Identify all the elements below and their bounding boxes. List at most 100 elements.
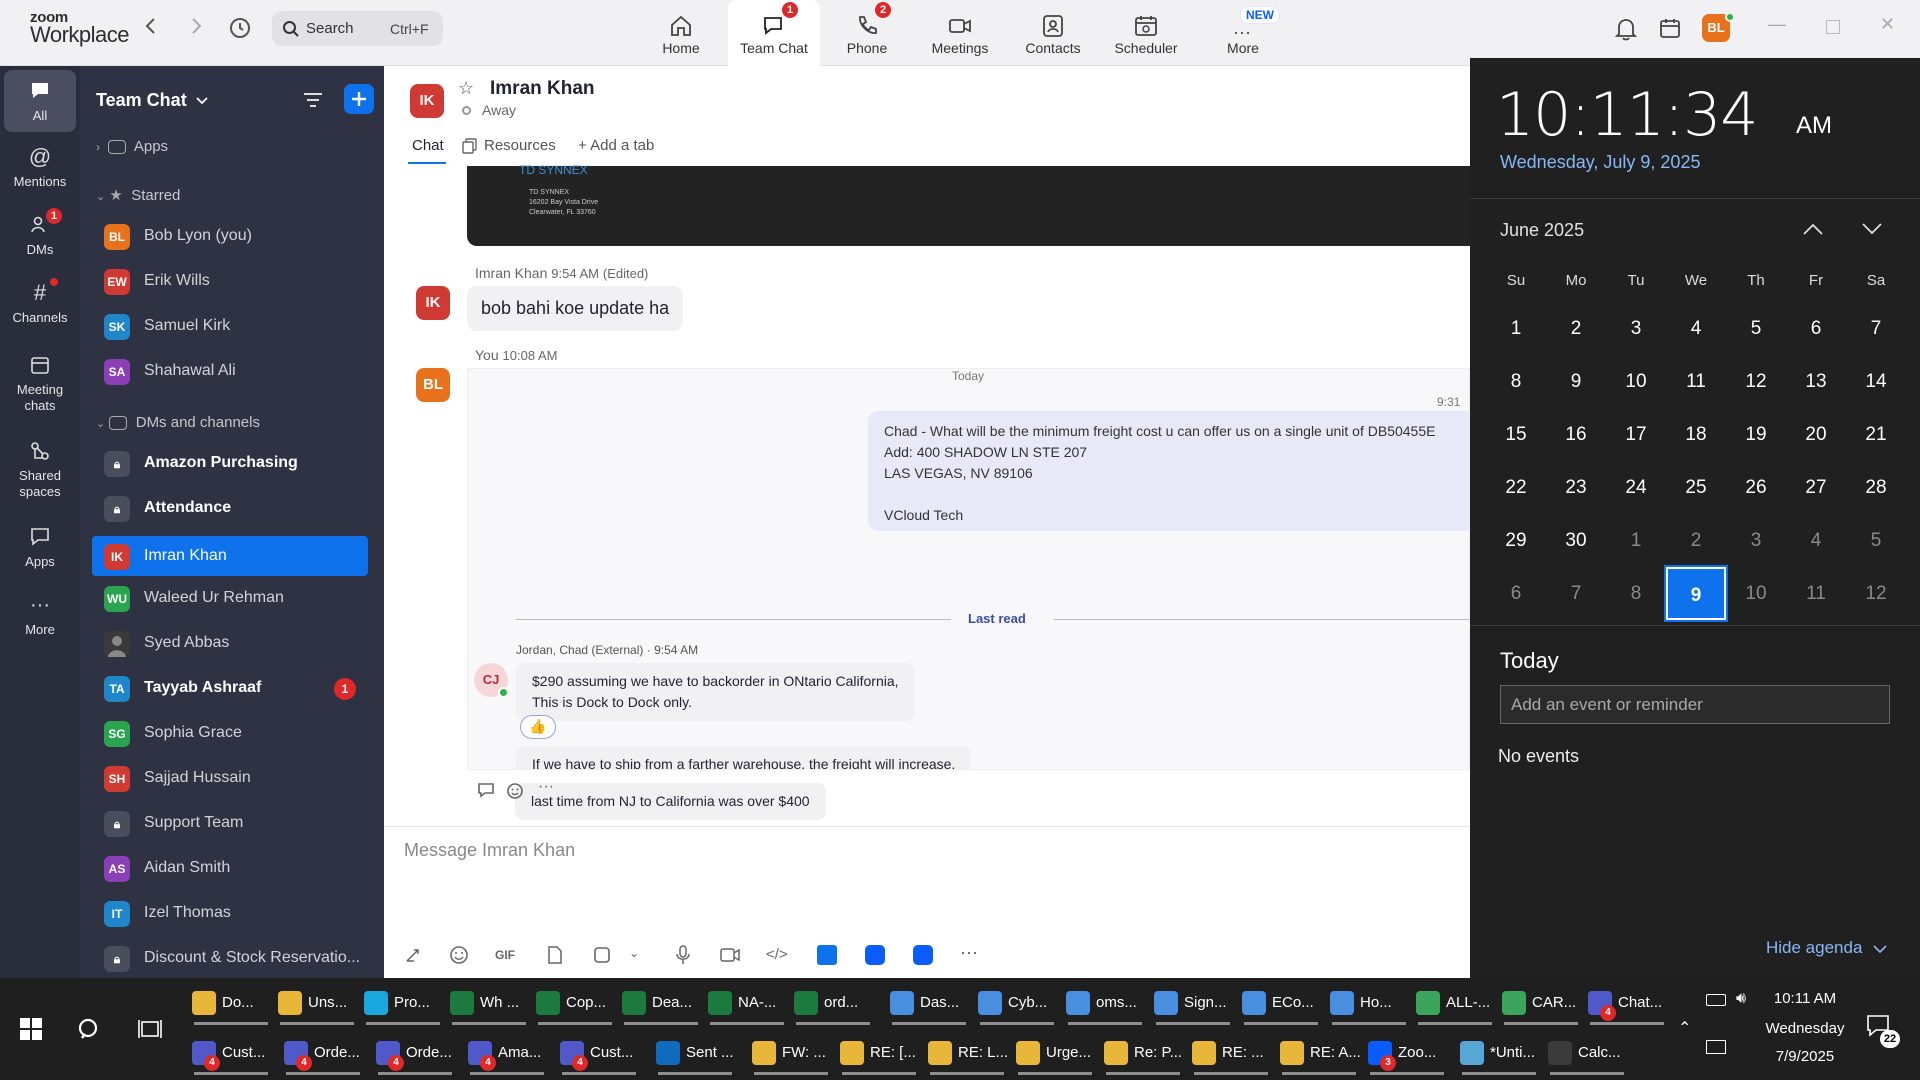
attachment-preview[interactable]: TD SYNNEX TD SYNNEX 16202 Bay Vista Driv…	[467, 163, 1470, 246]
calendar-day[interactable]: 7	[1546, 567, 1606, 620]
calendar-day[interactable]: 21	[1846, 408, 1906, 461]
sidebar-item-tayyab-ashraaf[interactable]: TA Tayyab Ashraaf 1	[92, 668, 368, 708]
file-icon[interactable]	[546, 945, 564, 965]
taskbar-app-button[interactable]: Wh ...	[448, 979, 532, 1027]
calendar-day[interactable]: 22	[1486, 461, 1546, 514]
taskbar-app-button[interactable]: FW: ...	[750, 1029, 834, 1077]
taskbar-app-button[interactable]: Calc...	[1546, 1029, 1630, 1077]
search-input[interactable]: Search Ctrl+F	[272, 11, 443, 46]
sidebar-item-discount-stock[interactable]: 🔒︎ Discount & Stock Reservatio...	[92, 938, 368, 978]
taskbar-app-button[interactable]: ord...	[792, 979, 876, 1027]
calendar-month[interactable]: June 2025	[1500, 220, 1584, 241]
maximize-icon[interactable]	[1826, 20, 1840, 34]
contact-name[interactable]: Imran Khan	[490, 78, 595, 100]
contact-avatar[interactable]: IK	[410, 84, 444, 118]
calendar-day[interactable]: 17	[1606, 408, 1666, 461]
calendar-day[interactable]: 18	[1666, 408, 1726, 461]
volume-icon[interactable]: 🔊︎	[1736, 990, 1746, 1008]
rail-item-all[interactable]: All	[4, 70, 76, 132]
add-tab-button[interactable]: + Add a tab	[578, 137, 654, 154]
calendar-day[interactable]: 29	[1486, 514, 1546, 567]
chevron-down-icon[interactable]	[196, 96, 208, 106]
calendar-day[interactable]: 24	[1606, 461, 1666, 514]
calendar-day[interactable]: 25	[1666, 461, 1726, 514]
taskbar-app-button[interactable]: NA-...	[706, 979, 790, 1027]
calendar-day[interactable]: 10	[1606, 355, 1666, 408]
add-event-input[interactable]: Add an event or reminder	[1500, 685, 1890, 724]
taskbar-app-button[interactable]: ALL-...	[1414, 979, 1498, 1027]
section-apps[interactable]: › Apps	[96, 138, 168, 155]
sidebar-item-attendance[interactable]: 🔒︎ Attendance	[92, 488, 368, 528]
taskbar-app-button[interactable]: CAR...	[1500, 979, 1584, 1027]
calendar-day[interactable]: 6	[1486, 567, 1546, 620]
calendar-day[interactable]: 3	[1726, 514, 1786, 567]
taskbar-app-button[interactable]: 3 Zoo...	[1366, 1029, 1450, 1077]
taskbar-app-button[interactable]: Sign...	[1152, 979, 1236, 1027]
calendar-day[interactable]: 4	[1666, 302, 1726, 355]
tab-team-chat[interactable]: 1 Team Chat	[728, 0, 820, 66]
calendar-day[interactable]: 12	[1846, 567, 1906, 620]
calendar-day[interactable]: 8	[1606, 567, 1666, 620]
filter-icon[interactable]	[302, 90, 324, 110]
taskbar-app-button[interactable]: Do...	[190, 979, 274, 1027]
sidebar-item-support-team[interactable]: 🔒︎ Support Team	[92, 803, 368, 843]
more-actions-icon[interactable]: ···	[538, 778, 554, 796]
calendar-day[interactable]: 30	[1546, 514, 1606, 567]
sidebar-item-waleed-ur-rehman[interactable]: WU Waleed Ur Rehman	[92, 578, 368, 618]
calendar-day[interactable]: 5	[1726, 302, 1786, 355]
tab-chat[interactable]: Chat	[412, 137, 444, 154]
tab-scheduler[interactable]: Scheduler	[1100, 0, 1192, 66]
sidebar-item-sophia-grace[interactable]: SG Sophia Grace	[92, 713, 368, 753]
tab-meetings[interactable]: Meetings	[914, 0, 1006, 66]
code-snippet-icon[interactable]: </>	[766, 946, 788, 963]
sidebar-item-erik-wills[interactable]: EW Erik Wills	[92, 261, 368, 301]
taskbar-app-button[interactable]: Sent ...	[654, 1029, 738, 1077]
sidebar-item-syed-abbas[interactable]: Syed Abbas	[92, 623, 368, 663]
bell-icon[interactable]	[1614, 16, 1638, 42]
taskbar-app-button[interactable]: Cop...	[534, 979, 618, 1027]
battery-icon[interactable]	[1706, 994, 1726, 1006]
calendar-day[interactable]: 11	[1786, 567, 1846, 620]
taskbar-app-button[interactable]: Cyb...	[976, 979, 1060, 1027]
calendar-day[interactable]: 1	[1606, 514, 1666, 567]
show-hidden-icons[interactable]: ⌃	[1678, 1018, 1691, 1038]
calendar-day[interactable]: 28	[1846, 461, 1906, 514]
calendar-day[interactable]: 12	[1726, 355, 1786, 408]
taskbar-app-button[interactable]: RE: [...	[838, 1029, 922, 1077]
network-icon[interactable]	[1706, 1040, 1726, 1054]
task-view-icon[interactable]	[138, 1018, 162, 1040]
section-starred[interactable]: ⌄ ★ Starred	[96, 186, 180, 204]
calendar-day[interactable]: 20	[1786, 408, 1846, 461]
rail-item-meeting-chats[interactable]: Meeting chats	[4, 352, 76, 414]
message-input[interactable]: Message Imran Khan	[404, 840, 575, 861]
new-chat-button[interactable]	[344, 84, 374, 114]
calendar-day-today[interactable]: 9	[1666, 567, 1726, 620]
sidebar-item-aidan-smith[interactable]: AS Aidan Smith	[92, 848, 368, 888]
sidebar-item-imran-khan[interactable]: IK Imran Khan	[92, 536, 368, 576]
star-icon[interactable]: ☆	[458, 78, 474, 99]
taskbar-app-button[interactable]: Uns...	[276, 979, 360, 1027]
next-month-icon[interactable]	[1861, 222, 1883, 236]
previous-month-icon[interactable]	[1802, 222, 1824, 236]
current-date-link[interactable]: Wednesday, July 9, 2025	[1500, 152, 1700, 173]
sidebar-item-bob-lyon[interactable]: BL Bob Lyon (you)	[92, 216, 368, 256]
calendar-day[interactable]: 4	[1786, 514, 1846, 567]
rail-item-dms[interactable]: 1 DMs	[4, 208, 76, 257]
close-icon[interactable]: ✕	[1880, 14, 1895, 35]
calendar-day[interactable]: 3	[1606, 302, 1666, 355]
sidebar-item-sajjad-hussain[interactable]: SH Sajjad Hussain	[92, 758, 368, 798]
taskbar-app-button[interactable]: Pro...	[362, 979, 446, 1027]
calendar-day[interactable]: 2	[1666, 514, 1726, 567]
tab-home[interactable]: Home	[635, 0, 727, 66]
tab-phone[interactable]: 2 Phone	[821, 0, 913, 66]
minimize-icon[interactable]: —	[1768, 14, 1786, 35]
history-icon[interactable]	[228, 16, 252, 40]
taskbar-app-button[interactable]: Urge...	[1014, 1029, 1098, 1077]
rail-item-channels[interactable]: # Channels	[4, 278, 76, 325]
taskbar-app-button[interactable]: 4 Ama...	[466, 1029, 550, 1077]
calendar-day[interactable]: 16	[1546, 408, 1606, 461]
taskbar-clock-time[interactable]: 10:11 AM	[1760, 990, 1850, 1007]
taskbar-app-button[interactable]: Dea...	[620, 979, 704, 1027]
tab-contacts[interactable]: Contacts	[1007, 0, 1099, 66]
gif-button[interactable]: GIF	[495, 948, 515, 962]
